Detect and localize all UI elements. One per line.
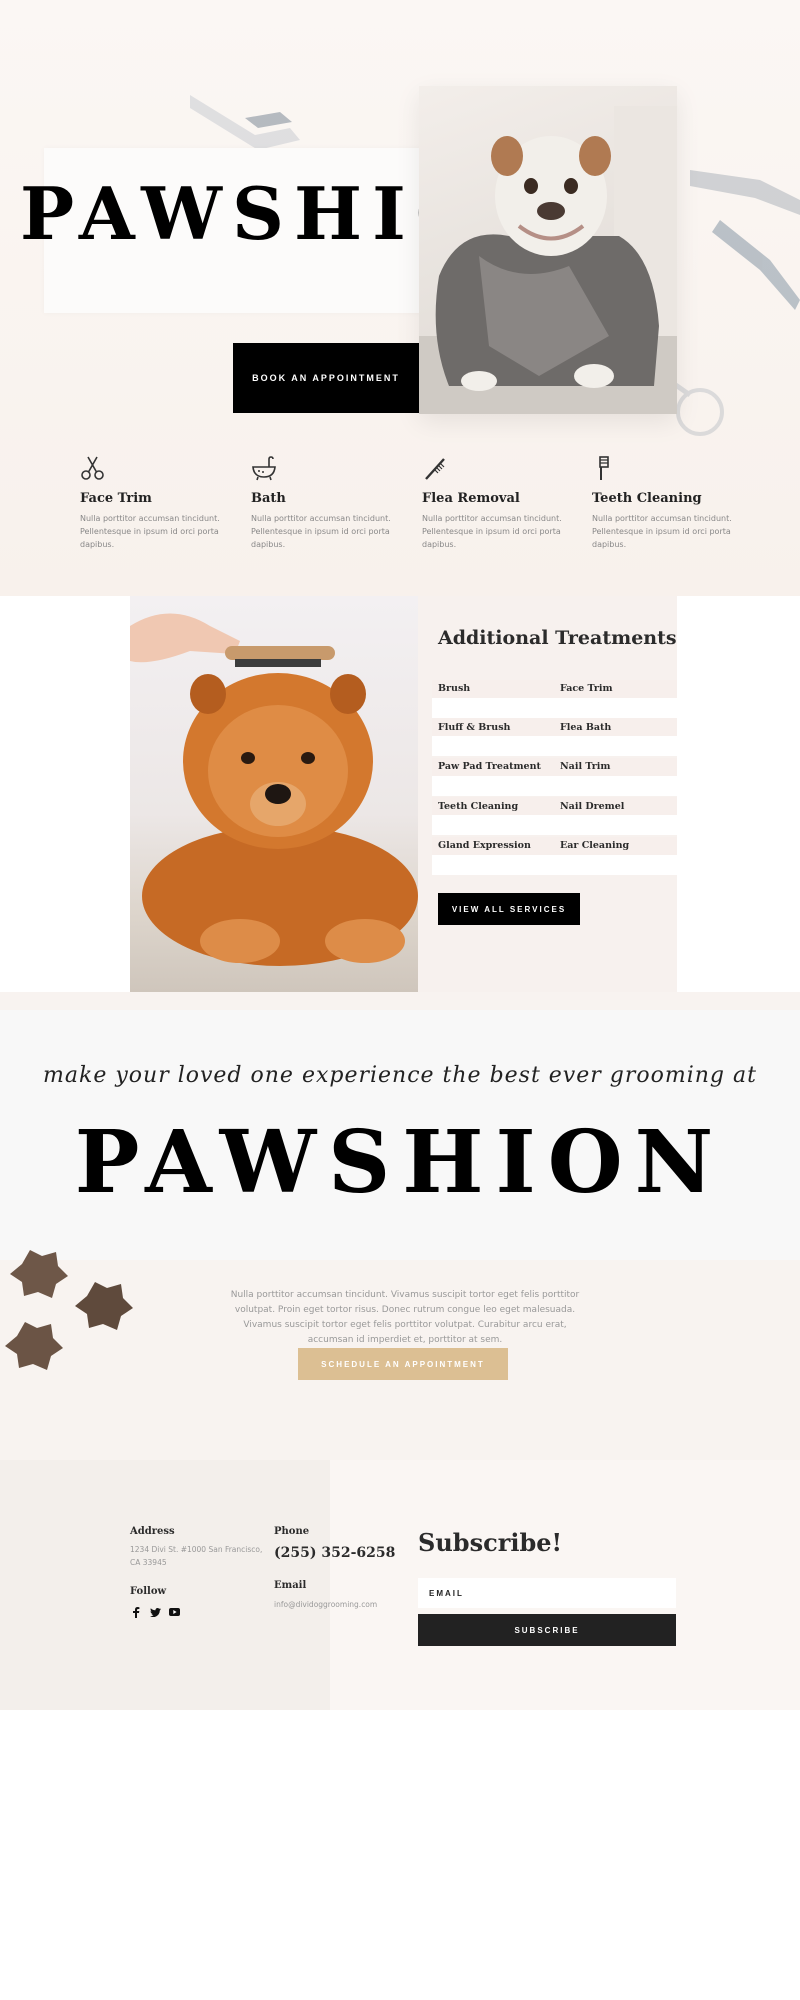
subscribe-button[interactable]: SUBSCRIBE: [418, 1614, 676, 1646]
youtube-icon[interactable]: [168, 1606, 180, 1618]
service-title: Bath: [251, 491, 286, 506]
treatments-title: Additional Treatments: [438, 627, 677, 649]
treatment-item: Flea Bath: [560, 722, 612, 733]
promo-text: Nulla porttitor accumsan tincidunt. Viva…: [230, 1290, 580, 1345]
row-divider: [432, 815, 677, 835]
row-divider: [432, 776, 677, 796]
chow-chow-illustration: [130, 613, 418, 966]
hero-photo: [419, 86, 677, 414]
book-appointment-button[interactable]: BOOK AN APPOINTMENT: [233, 343, 419, 413]
service-title: Teeth Cleaning: [592, 491, 702, 506]
hero-section: PAWSHION BOOK AN APPOINTMENT Face Trim N…: [0, 0, 800, 596]
promo-tagline: make your loved one experience the best …: [43, 1063, 757, 1088]
row-divider: [432, 855, 677, 875]
email-input[interactable]: [418, 1578, 676, 1608]
phone-label: Phone: [274, 1526, 310, 1537]
service-card-bath: Bath Nulla porttitor accumsan tincidunt.…: [251, 455, 401, 551]
service-text: Nulla porttitor accumsan tincidunt. Pell…: [80, 514, 220, 549]
row-divider: [432, 698, 677, 718]
treatment-item: Teeth Cleaning: [438, 801, 519, 812]
email-label: Email: [274, 1580, 307, 1591]
toothbrush-icon: [599, 456, 609, 480]
address-label: Address: [130, 1526, 175, 1537]
treatment-item: Brush: [438, 683, 471, 694]
scissors-icon: [81, 456, 104, 480]
treatment-item: Nail Dremel: [560, 801, 625, 812]
bulldog-illustration: [419, 106, 677, 414]
follow-label: Follow: [130, 1586, 167, 1597]
dog-treats-decoration: [5, 1250, 133, 1370]
phone-number[interactable]: (255) 352-6258: [274, 1545, 395, 1561]
schedule-appointment-button[interactable]: SCHEDULE AN APPOINTMENT: [298, 1348, 508, 1380]
treatment-item: Ear Cleaning: [560, 840, 630, 851]
service-text: Nulla porttitor accumsan tincidunt. Pell…: [592, 514, 732, 549]
treatment-item: Nail Trim: [560, 761, 611, 772]
comb-icon: [425, 458, 445, 480]
facebook-icon[interactable]: [130, 1606, 142, 1618]
service-card-face-trim: Face Trim Nulla porttitor accumsan tinci…: [80, 455, 230, 551]
service-card-teeth-cleaning: Teeth Cleaning Nulla porttitor accumsan …: [592, 455, 742, 551]
address-line: CA 33945: [130, 1558, 167, 1567]
service-card-flea-removal: Flea Removal Nulla porttitor accumsan ti…: [422, 455, 572, 551]
promo-title: PAWSHION: [74, 1112, 726, 1213]
service-title: Face Trim: [80, 491, 152, 506]
twitter-icon[interactable]: [149, 1606, 161, 1618]
service-text: Nulla porttitor accumsan tincidunt. Pell…: [251, 514, 391, 549]
service-title: Flea Removal: [422, 491, 520, 506]
treatment-item: Gland Expression: [438, 840, 531, 851]
service-text: Nulla porttitor accumsan tincidunt. Pell…: [422, 514, 562, 549]
subscribe-title: Subscribe!: [418, 1528, 563, 1557]
treatment-item: Face Trim: [560, 683, 613, 694]
bathtub-icon: [252, 456, 276, 481]
treatment-item: Fluff & Brush: [438, 722, 511, 733]
address-text: 1234 Divi St. #1000 San Francisco, CA 33…: [130, 1543, 270, 1569]
address-line: 1234 Divi St. #1000 San Francisco,: [130, 1545, 263, 1554]
treatments-photo: [130, 596, 418, 992]
view-all-services-button[interactable]: VIEW ALL SERVICES: [438, 893, 580, 925]
email-address[interactable]: info@dividoggrooming.com: [274, 1598, 377, 1611]
row-divider: [432, 736, 677, 756]
treatment-item: Paw Pad Treatment: [438, 761, 541, 772]
